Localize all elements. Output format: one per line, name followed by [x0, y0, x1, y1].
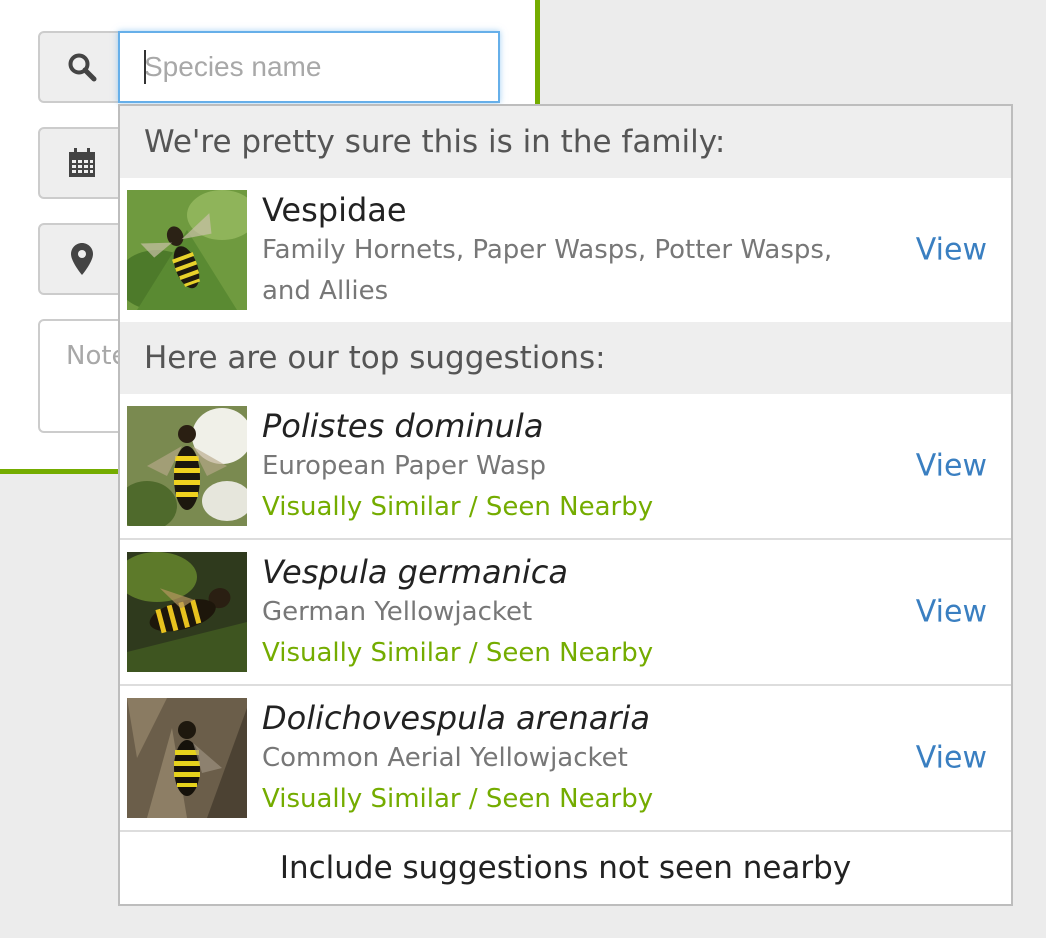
text-caret [144, 50, 146, 84]
family-name: Vespidae [262, 191, 407, 229]
date-addon[interactable] [38, 127, 126, 199]
top-suggestions-header: Here are our top suggestions: [120, 322, 1011, 394]
search-icon [68, 53, 97, 82]
polistes-dominula-photo [127, 406, 247, 526]
suggestion-reason: Visually Similar / Seen Nearby [262, 784, 654, 814]
view-species-link[interactable]: View [916, 595, 987, 630]
view-species-link[interactable]: View [916, 741, 987, 776]
species-common-name: Common Aerial Yellowjacket [262, 743, 628, 773]
suggestion-item-vespula-germanica[interactable]: Vespula germanica German Yellowjacket Vi… [120, 540, 1011, 686]
vespidae-photo [127, 190, 247, 310]
family-section-header: We're pretty sure this is in the family: [120, 106, 1011, 178]
species-name: Polistes dominula [262, 407, 544, 445]
search-addon [38, 31, 126, 103]
dolichovespula-arenaria-photo [127, 698, 247, 818]
species-common-name: German Yellowjacket [262, 597, 533, 627]
species-suggestions-dropdown: We're pretty sure this is in the family: [118, 104, 1013, 906]
calendar-icon [69, 148, 95, 177]
suggestion-reason: Visually Similar / Seen Nearby [262, 638, 654, 668]
suggestion-item-polistes-dominula[interactable]: Polistes dominula European Paper Wasp Vi… [120, 394, 1011, 540]
family-common-name: Family Hornets, Paper Wasps, Potter Wasp… [262, 235, 833, 306]
family-suggestion-item[interactable]: Vespidae Family Hornets, Paper Wasps, Po… [120, 178, 1011, 322]
species-name: Vespula germanica [262, 553, 568, 591]
species-common-name: European Paper Wasp [262, 451, 547, 481]
location-addon[interactable] [38, 223, 126, 295]
suggestion-reason: Visually Similar / Seen Nearby [262, 492, 654, 522]
species-name: Dolichovespula arenaria [262, 699, 651, 737]
species-name-input[interactable] [118, 31, 500, 103]
suggestion-item-dolichovespula-arenaria[interactable]: Dolichovespula arenaria Common Aerial Ye… [120, 686, 1011, 832]
view-species-link[interactable]: View [916, 449, 987, 484]
include-not-nearby-button[interactable]: Include suggestions not seen nearby [120, 832, 1011, 904]
map-marker-icon [71, 243, 93, 275]
view-family-link[interactable]: View [916, 233, 987, 268]
vespula-germanica-photo [127, 552, 247, 672]
